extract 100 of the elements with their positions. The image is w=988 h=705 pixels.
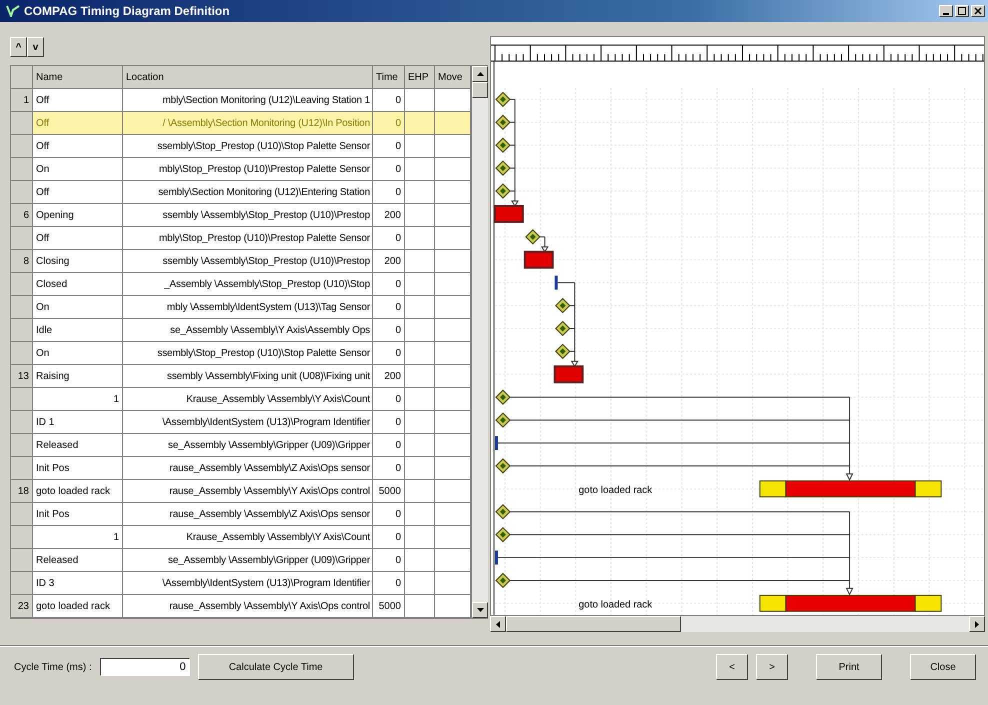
table-row[interactable]: Off mbly\Stop_Prestop (U10)\Prestop Palette Sensor 0 <box>11 227 471 250</box>
table-row[interactable]: Off ssembly\Stop_Prestop (U10)\Stop Palette Sensor 0 <box>11 135 471 158</box>
app-icon <box>6 5 20 17</box>
event-diamond <box>495 412 511 428</box>
event-diamond <box>495 114 511 130</box>
table-row[interactable]: 13 Raising ssembly \Assembly\Fixing unit (U08)\Fixing unit 200 <box>11 365 471 388</box>
event-diamond <box>525 229 540 245</box>
table-cell: \Assembly\IdentSystem (U13)\Program Identifier <box>123 411 373 434</box>
table-cell: 5000 <box>373 595 405 618</box>
table-cell: 0 <box>373 457 405 480</box>
move-row-button[interactable]: v <box>27 37 44 57</box>
table-row[interactable]: 18 goto loaded rack rause_Assembly \Assembly\Y Axis\Ops control 5000 <box>11 480 471 503</box>
table-row[interactable]: ID 3 \Assembly\IdentSystem (U13)\Program Identifier 0 <box>11 572 471 595</box>
table-cell: Released <box>33 549 123 572</box>
scroll-thumb[interactable] <box>472 82 488 98</box>
table-cell <box>405 411 435 434</box>
table-cell: 200 <box>373 204 405 227</box>
maximize-icon <box>958 7 966 15</box>
table-cell <box>405 549 435 572</box>
maximize-button[interactable] <box>955 5 969 17</box>
column-header[interactable]: Move <box>435 66 471 89</box>
table-cell: 0 <box>373 135 405 158</box>
column-header[interactable]: EHP <box>405 66 435 89</box>
table-cell <box>405 181 435 204</box>
event-diamond <box>495 92 511 108</box>
table-row[interactable]: 6 Opening ssembly \Assembly\Stop_Prestop (U10)\Prestop 200 <box>11 204 471 227</box>
scroll-up-button[interactable] <box>472 66 488 82</box>
event-diamond <box>495 183 511 199</box>
dialog-button[interactable]: Print <box>816 654 882 680</box>
column-header[interactable]: Name <box>33 66 123 89</box>
event-diamond <box>495 526 511 542</box>
table-row[interactable]: Off sembly\Section Monitoring (U12)\Entering Station 0 <box>11 181 471 204</box>
scroll-left-button[interactable] <box>490 616 506 632</box>
table-cell: 0 <box>373 319 405 342</box>
scroll-right-button[interactable] <box>969 616 985 632</box>
column-header[interactable]: Location <box>123 66 373 89</box>
table-row[interactable]: Released se_Assembly \Assembly\Gripper (U09)\Gripper 0 <box>11 434 471 457</box>
table-row[interactable]: Idle se_Assembly \Assembly\Y Axis\Assembly Ops 0 <box>11 319 471 342</box>
table-row[interactable]: Init Pos rause_Assembly \Assembly\Z Axis\Ops sensor 0 <box>11 503 471 526</box>
table-row[interactable]: 23 goto loaded rack rause_Assembly \Assembly\Y Axis\Ops control 5000 <box>11 595 471 618</box>
connector-arrow <box>539 236 549 253</box>
table-cell <box>405 457 435 480</box>
table-cell: \Assembly\IdentSystem (U13)\Program Identifier <box>123 572 373 595</box>
action-block <box>524 250 554 269</box>
table-row[interactable]: 1 Krause_Assembly \Assembly\Y Axis\Count 0 <box>11 388 471 411</box>
bar-marker <box>554 276 558 290</box>
table-cell: sembly\Section Monitoring (U12)\Entering Station <box>123 181 373 204</box>
move-row-button[interactable]: ^ <box>10 37 27 57</box>
column-header[interactable]: Time <box>373 66 405 89</box>
event-diamond <box>555 344 570 360</box>
table-cell: 0 <box>373 503 405 526</box>
table-cell: mbly\Stop_Prestop (U10)\Prestop Palette Sensor <box>123 158 373 181</box>
calculate-button[interactable]: Calculate Cycle Time <box>198 654 354 680</box>
table-cell: 0 <box>373 526 405 549</box>
row-number: 18 <box>11 480 33 503</box>
table-cell: 0 <box>373 227 405 250</box>
table-cell: 0 <box>373 112 405 135</box>
dialog-button[interactable]: Close <box>910 654 976 680</box>
table-cell: Released <box>33 434 123 457</box>
right-arrow-icon <box>975 620 979 628</box>
close-button[interactable] <box>971 5 985 17</box>
table-cell: 0 <box>373 572 405 595</box>
table-cell: goto loaded rack <box>33 595 123 618</box>
table-row[interactable]: On mbly \Assembly\IdentSystem (U13)\Tag Sensor 0 <box>11 296 471 319</box>
table-cell: 0 <box>373 388 405 411</box>
table-cell <box>405 227 435 250</box>
table-cell: 0 <box>373 296 405 319</box>
table-cell: 0 <box>373 342 405 365</box>
table-cell: mbly\Stop_Prestop (U10)\Prestop Palette Sensor <box>123 227 373 250</box>
table-cell: se_Assembly \Assembly\Gripper (U09)\Gripper <box>123 549 373 572</box>
table-cell: 200 <box>373 250 405 273</box>
scroll-down-button[interactable] <box>472 602 488 618</box>
table-row[interactable]: Init Pos rause_Assembly \Assembly\Z Axis\Ops sensor 0 <box>11 457 471 480</box>
table-row[interactable]: 1 Krause_Assembly \Assembly\Y Axis\Count 0 <box>11 526 471 549</box>
table-cell <box>405 388 435 411</box>
table-cell: 5000 <box>373 480 405 503</box>
table-cell <box>405 158 435 181</box>
up-arrow-icon <box>476 72 484 76</box>
row-number: 23 <box>11 595 33 618</box>
table-row[interactable]: Off / \Assembly\Section Monitoring (U12)\In Position 0 <box>11 112 471 135</box>
table-row[interactable]: ID 1 \Assembly\IdentSystem (U13)\Program Identifier 0 <box>11 411 471 434</box>
event-diamond <box>555 320 570 336</box>
table-row[interactable]: 8 Closing ssembly \Assembly\Stop_Prestop (U10)\Prestop 200 <box>11 250 471 273</box>
nav-button[interactable]: > <box>756 654 788 680</box>
table-cell: rause_Assembly \Assembly\Y Axis\Ops control <box>123 595 373 618</box>
table-cell: Krause_Assembly \Assembly\Y Axis\Count <box>123 388 373 411</box>
cycle-time-label: Cycle Time (ms) : <box>14 662 92 672</box>
table-row[interactable]: Closed _Assembly \Assembly\Stop_Prestop (U10)\Stop 0 <box>11 273 471 296</box>
scroll-thumb[interactable] <box>506 616 681 632</box>
action-block <box>494 205 524 223</box>
minimize-button[interactable] <box>939 5 953 17</box>
table-cell <box>405 135 435 158</box>
table-cell: rause_Assembly \Assembly\Z Axis\Ops sensor <box>123 457 373 480</box>
cycle-time-field[interactable]: 0 <box>100 658 190 676</box>
table-row[interactable]: Released se_Assembly \Assembly\Gripper (U09)\Gripper 0 <box>11 549 471 572</box>
nav-button[interactable]: < <box>716 654 748 680</box>
event-diamond <box>495 572 511 588</box>
table-cell: Closing <box>33 250 123 273</box>
table-row[interactable]: On mbly\Stop_Prestop (U10)\Prestop Palette Sensor 0 <box>11 158 471 181</box>
table-row[interactable]: On ssembly\Stop_Prestop (U10)\Stop Palette Sensor 0 <box>11 342 471 365</box>
